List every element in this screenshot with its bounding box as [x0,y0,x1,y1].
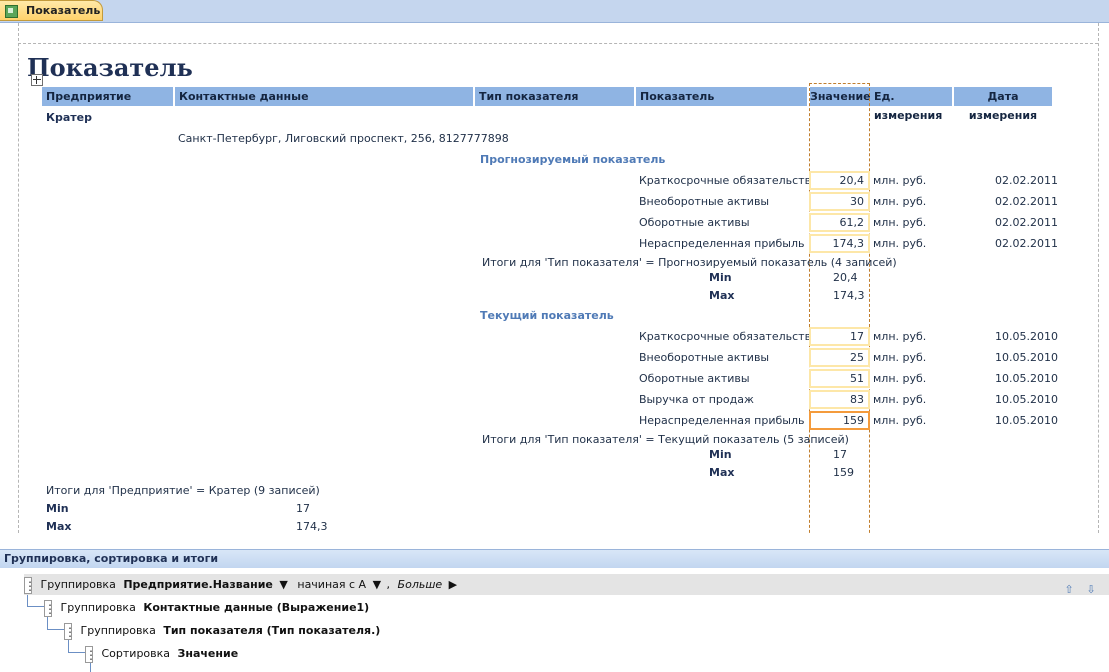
unit-cell[interactable]: млн. руб. [873,372,926,385]
value-cell[interactable]: 83 [809,390,870,409]
section-divider [18,43,1098,44]
enterprise-max-label[interactable]: Max [46,520,71,533]
value-cell[interactable]: 30 [809,192,870,211]
group-field[interactable]: Тип показателя (Тип показателя.) [163,624,380,637]
group-level-3[interactable]: Группировка Тип показателя (Тип показате… [64,620,380,643]
enterprise-max-value[interactable]: 174,3 [296,520,328,533]
group-type-label[interactable]: Прогнозируемый показатель [480,153,665,166]
enterprise-summary[interactable]: Итоги для 'Предприятие' = Кратер (9 запи… [46,484,320,497]
group-field[interactable]: Контактные данные (Выражение1) [143,601,369,614]
indicator-cell[interactable]: Краткосрочные обязательства [639,330,818,343]
grouping-pane-header: Группировка, сортировка и итоги [0,549,1109,568]
more-options[interactable]: Больше [398,578,443,591]
unit-cell[interactable]: млн. руб. [873,174,926,187]
unit-cell[interactable]: млн. руб. [873,216,926,229]
value-cell-selected[interactable]: 159 [809,411,870,430]
group-type-label[interactable]: Текущий показатель [480,309,614,322]
group-prefix: Группировка [80,624,156,637]
unit-cell[interactable]: млн. руб. [873,195,926,208]
date-cell[interactable]: 02.02.2011 [995,237,1058,250]
sort-field[interactable]: Значение [178,647,239,660]
min-label[interactable]: Min [709,271,732,284]
date-cell[interactable]: 10.05.2010 [995,414,1058,427]
section-border-left [18,23,19,533]
date-cell[interactable]: 02.02.2011 [995,216,1058,229]
indicator-cell[interactable]: Нераспределенная прибыль [639,414,804,427]
indicator-cell[interactable]: Внеоборотные активы [639,351,769,364]
group-level-2[interactable]: Группировка Контактные данные (Выражение… [44,597,369,620]
sort-level-4[interactable]: Сортировка Значение [85,643,239,666]
more-arrow-icon[interactable]: ▶ [449,578,457,591]
header-date[interactable]: Дата измерения [954,87,1052,122]
header-enterprise[interactable]: Предприятие [42,87,173,106]
report-design-surface[interactable]: Показатель Предприятие Контактные данные… [0,23,1109,533]
move-up-icon[interactable]: ⇧ [1062,583,1076,597]
enterprise-min-label[interactable]: Min [46,502,69,515]
unit-cell[interactable]: млн. руб. [873,414,926,427]
sort-order[interactable]: начиная с А [297,578,366,591]
drag-handle-icon[interactable] [85,645,97,666]
grouping-pane: Группировка Предприятие.Название ▼ начин… [0,568,1109,672]
drag-handle-icon[interactable] [64,622,76,643]
date-cell[interactable]: 02.02.2011 [995,195,1058,208]
move-down-icon[interactable]: ⇩ [1084,583,1098,597]
enterprise-name[interactable]: Кратер [46,111,92,124]
date-cell[interactable]: 10.05.2010 [995,351,1058,364]
document-tab-strip: Показатель [0,0,1109,23]
separator: , [386,578,391,591]
group-prefix: Группировка [40,578,116,591]
group-summary[interactable]: Итоги для 'Тип показателя' = Прогнозируе… [482,256,897,269]
group-level-1[interactable]: Группировка Предприятие.Название ▼ начин… [24,574,1109,597]
max-value[interactable]: 159 [833,466,854,479]
max-label[interactable]: Max [709,289,734,302]
unit-cell[interactable]: млн. руб. [873,237,926,250]
indicator-cell[interactable]: Внеоборотные активы [639,195,769,208]
value-cell[interactable]: 25 [809,348,870,367]
unit-cell[interactable]: млн. руб. [873,330,926,343]
header-indicator[interactable]: Показатель [636,87,807,106]
indicator-cell[interactable]: Выручка от продаж [639,393,754,406]
header-type[interactable]: Тип показателя [475,87,634,106]
max-value[interactable]: 174,3 [833,289,865,302]
sort-dropdown-icon[interactable]: ▼ [373,578,381,591]
min-value[interactable]: 17 [833,448,847,461]
value-cell[interactable]: 61,2 [809,213,870,232]
group-field[interactable]: Предприятие.Название [123,578,273,591]
enterprise-min-value[interactable]: 17 [296,502,310,515]
move-layout-icon[interactable] [31,74,43,86]
field-dropdown-icon[interactable]: ▼ [279,578,287,591]
indicator-cell[interactable]: Нераспределенная прибыль [639,237,804,250]
group-prefix: Группировка [60,601,136,614]
report-icon [5,5,18,18]
date-cell[interactable]: 10.05.2010 [995,372,1058,385]
value-cell[interactable]: 51 [809,369,870,388]
indicator-cell[interactable]: Оборотные активы [639,216,750,229]
header-contacts[interactable]: Контактные данные [175,87,473,106]
contacts-value[interactable]: Санкт-Петербург, Лиговский проспект, 256… [178,132,509,145]
value-cell[interactable]: 17 [809,327,870,346]
tab-report[interactable]: Показатель [0,0,103,21]
date-cell[interactable]: 10.05.2010 [995,393,1058,406]
tab-label: Показатель [26,4,101,17]
min-label[interactable]: Min [709,448,732,461]
value-cell[interactable]: 20,4 [809,171,870,190]
indicator-cell[interactable]: Краткосрочные обязательства [639,174,818,187]
max-label[interactable]: Max [709,466,734,479]
group-summary[interactable]: Итоги для 'Тип показателя' = Текущий пок… [482,433,849,446]
drag-handle-icon[interactable] [24,576,36,597]
indicator-cell[interactable]: Оборотные активы [639,372,750,385]
min-value[interactable]: 20,4 [833,271,858,284]
report-title[interactable]: Показатель [27,53,193,82]
date-cell[interactable]: 02.02.2011 [995,174,1058,187]
unit-cell[interactable]: млн. руб. [873,393,926,406]
section-border-right [1098,23,1099,533]
sort-prefix: Сортировка [101,647,171,660]
unit-cell[interactable]: млн. руб. [873,351,926,364]
date-cell[interactable]: 10.05.2010 [995,330,1058,343]
drag-handle-icon[interactable] [44,599,56,620]
header-unit[interactable]: Ед. измерения [870,87,952,122]
value-cell[interactable]: 174,3 [809,234,870,253]
